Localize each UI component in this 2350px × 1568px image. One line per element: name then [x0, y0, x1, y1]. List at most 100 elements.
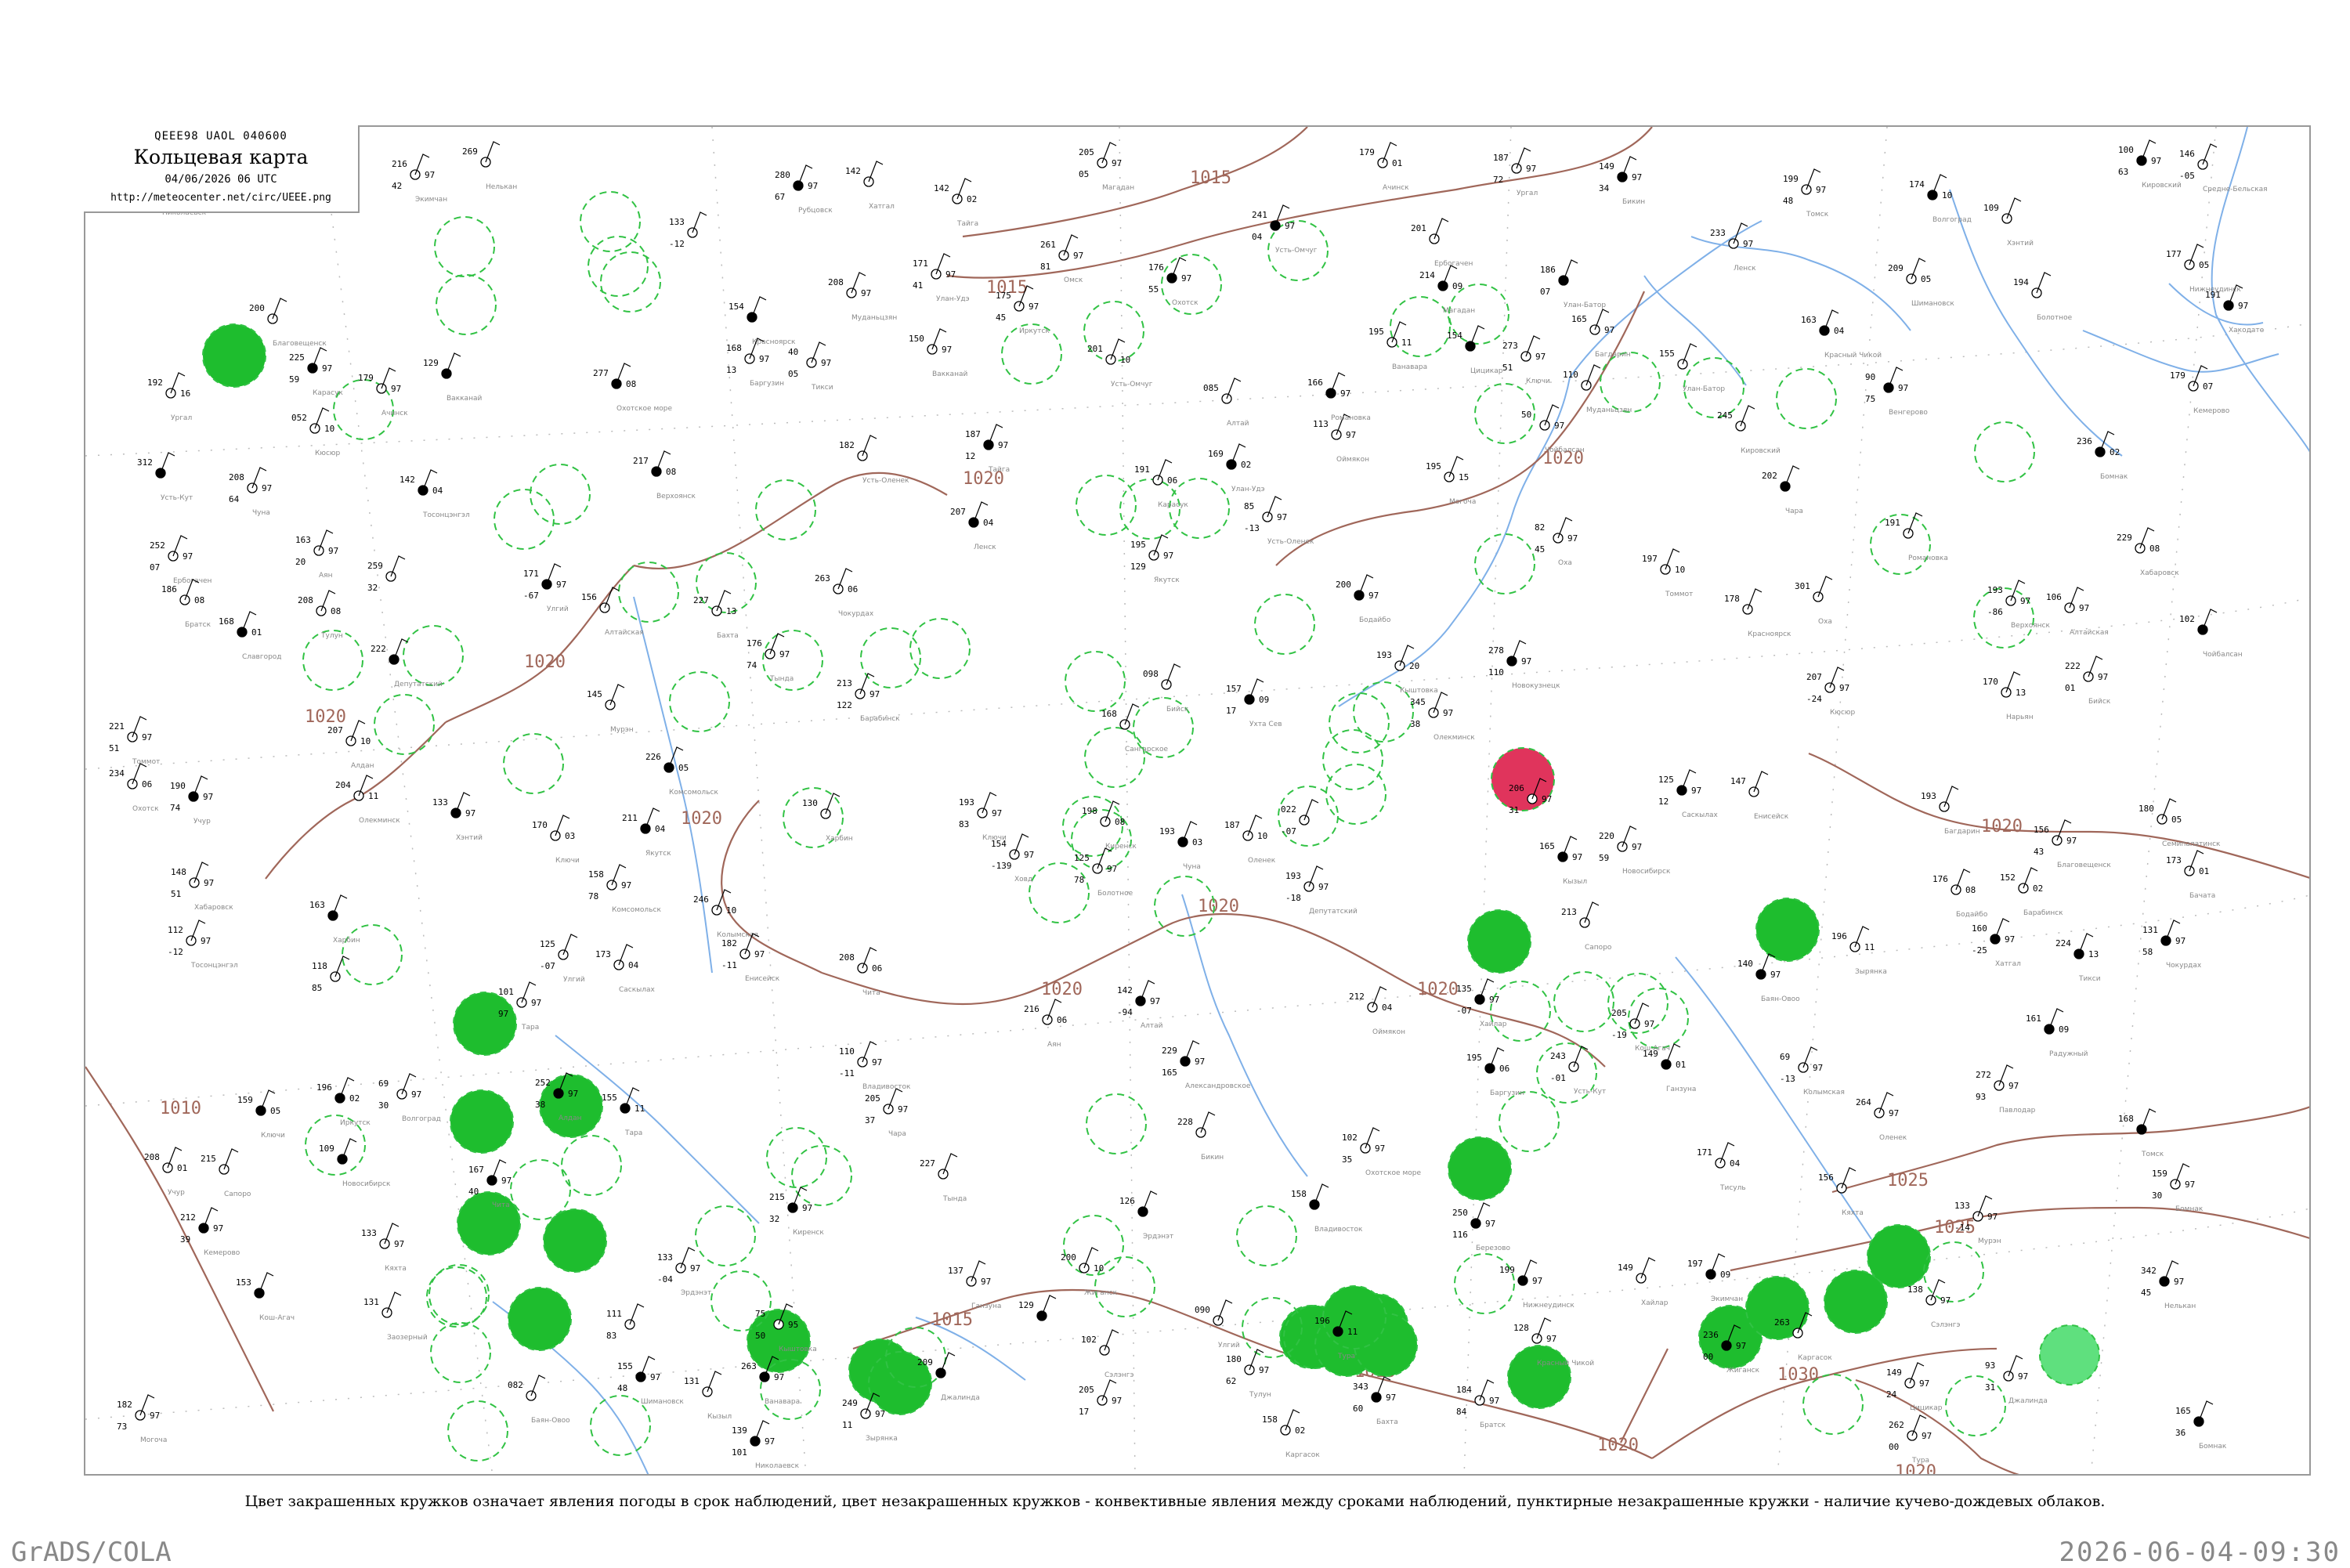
station-pressure: 01 [1676, 1060, 1686, 1070]
station-pressure: 97 [201, 936, 211, 946]
station-temperature: 208 [298, 595, 313, 605]
station-name: Усть-Омчуг [1275, 247, 1318, 255]
station-name: Романовка [1908, 555, 1948, 562]
station-pressure: 97 [531, 998, 541, 1008]
station-name: Багдарин [1595, 351, 1631, 359]
station-name: Ургал [1517, 190, 1538, 197]
station-pressure: 95 [788, 1320, 798, 1330]
station-dewpoint: 42 [392, 181, 402, 191]
station-pressure: 10 [1257, 831, 1267, 841]
station-name: Чара [888, 1130, 906, 1138]
station-temperature: 195 [1426, 461, 1441, 471]
graticule [85, 127, 2309, 1474]
cb-cloud-circle [1974, 421, 2035, 482]
station-pressure: 04 [655, 824, 666, 834]
station-name: Чуна [252, 509, 270, 517]
station-plot: 149 97 34 Бикин [1599, 156, 1645, 206]
station-name: Вакканай [932, 370, 967, 378]
station-plot: 228 Бикин [1177, 1111, 1224, 1162]
station-name: Зырянка [1855, 968, 1887, 976]
station-temperature: 133 [669, 217, 685, 227]
station-dewpoint: 38 [535, 1100, 545, 1110]
station-temperature: 198 [1082, 806, 1097, 816]
station-pressure: 97 [1554, 421, 1564, 431]
isobar-line [265, 721, 446, 880]
station-temperature: 269 [462, 146, 478, 157]
station-temperature: 142 [1117, 985, 1133, 995]
station-name: Нелькан [2164, 1302, 2196, 1310]
map-caption: Цвет закрашенных кружков означает явлени… [244, 1493, 2106, 1510]
station-plot: 177 05 Нижнеудинск [2166, 244, 2241, 294]
station-name: Баргузин [1490, 1089, 1524, 1097]
station-dewpoint: -04 [657, 1274, 673, 1284]
station-pressure: 10 [360, 736, 371, 746]
station-temperature: 102 [2179, 614, 2195, 624]
station-name: Ховд [1014, 876, 1032, 883]
station-name: Кызыл [1563, 878, 1587, 886]
station-dewpoint: -94 [1117, 1007, 1133, 1017]
station-name: Улгий [547, 605, 569, 613]
station-pressure: 97 [1770, 970, 1781, 980]
station-temperature: 082 [508, 1380, 523, 1390]
river-line [1643, 275, 1747, 386]
station-temperature: 159 [2152, 1169, 2167, 1179]
station-name: Кыштовка [779, 1346, 817, 1353]
station-pressure: 20 [1409, 661, 1419, 671]
station-temperature: 40 [788, 347, 798, 357]
station-dewpoint: 60 [1353, 1404, 1363, 1414]
station-name: Благовещенск [273, 340, 327, 348]
station-pressure: 09 [2059, 1024, 2069, 1035]
station-pressure: 97 [1024, 850, 1034, 860]
station-name: Муданьцзян [851, 314, 897, 322]
station-name: Улан-Удэ [936, 295, 970, 303]
station-pressure: 97 [1277, 512, 1287, 522]
station-plot: 129 Вакканай [423, 352, 482, 403]
station-temperature: 129 [423, 358, 439, 368]
station-temperature: 110 [1563, 370, 1578, 380]
station-temperature: 142 [400, 475, 415, 485]
station-name: Ачинск [1383, 184, 1409, 192]
station-temperature: 158 [588, 869, 604, 880]
station-plot: 182 97 73 Могоча [117, 1394, 167, 1444]
station-name: Березово [1476, 1245, 1511, 1252]
station-pressure: 97 [1368, 591, 1379, 601]
station-pressure: 97 [568, 1089, 578, 1099]
station-name: Усть-Омчуг [1111, 381, 1153, 388]
station-temperature: 133 [1954, 1201, 1970, 1211]
isobar-label: 1020 [305, 707, 346, 727]
station-name: Енисейск [1754, 813, 1789, 821]
station-plot: 199 97 48 Томск [1783, 168, 1829, 219]
station-plot: 176 08 Бодайбо [1932, 869, 1988, 919]
station-dewpoint: 74 [170, 803, 181, 813]
station-temperature: 131 [363, 1297, 379, 1307]
station-plot: 250 97 116 Березово [1452, 1202, 1511, 1252]
station-dewpoint: 05 [1079, 169, 1089, 179]
isobar-label: 1020 [1981, 817, 2023, 836]
station-temperature: 150 [909, 334, 924, 344]
station-pressure: 11 [634, 1104, 645, 1114]
station-temperature: 163 [1801, 315, 1817, 325]
station-name: Охотск [132, 805, 159, 813]
station-dewpoint: 55 [1148, 284, 1159, 294]
station-pressure: 97 [391, 384, 401, 394]
station-temperature: 126 [1119, 1196, 1135, 1206]
station-name: Оленек [1879, 1134, 1907, 1142]
station-pressure: 08 [666, 467, 676, 477]
station-name: Сапоро [224, 1190, 251, 1198]
station-plot: 165 97 Кызыл [1539, 836, 1587, 886]
station-plot: 201 Ербогачен [1411, 218, 1473, 268]
thunderstorm-circle [202, 323, 266, 388]
station-name: Саскылах [1682, 811, 1719, 819]
station-pressure: 97 [942, 345, 952, 355]
station-temperature: 180 [1226, 1354, 1242, 1364]
station-dewpoint: 32 [769, 1214, 779, 1224]
station-temperature: 263 [1774, 1317, 1790, 1328]
station-plot: 156 Алтайская [581, 587, 644, 637]
station-temperature: 207 [327, 725, 343, 735]
station-temperature: 343 [1353, 1382, 1368, 1392]
station-plot: 133 97 Кяхта [361, 1223, 407, 1273]
station-pressure: 01 [2199, 866, 2209, 876]
station-pressure: 08 [626, 379, 636, 389]
station-dewpoint: -07 [1281, 826, 1296, 836]
station-temperature: 187 [1493, 153, 1509, 163]
